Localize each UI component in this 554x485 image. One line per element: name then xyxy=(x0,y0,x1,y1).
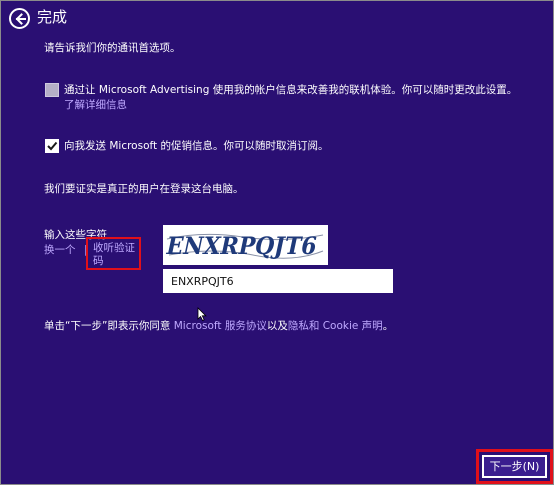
back-arrow-icon xyxy=(15,12,26,25)
listen-captcha-link[interactable]: 收听验证码 xyxy=(93,242,139,268)
legal-middle: 以及 xyxy=(266,320,288,332)
promotions-label: 向我发送 Microsoft 的促销信息。你可以随时取消订阅。 xyxy=(64,140,329,152)
checkmark-icon xyxy=(47,141,58,151)
legal-text: 单击“下一步”即表示你同意 Microsoft 服务协议以及隐私和 Cookie… xyxy=(44,319,393,333)
change-captcha-link[interactable]: 换一个 xyxy=(44,243,76,257)
next-button[interactable]: 下一步(N) xyxy=(482,455,547,478)
verify-intro: 我们要证实是真正的用户在登录这台电脑。 xyxy=(44,183,244,195)
promotions-checkbox[interactable] xyxy=(45,139,59,153)
service-agreement-link[interactable]: Microsoft 服务协议 xyxy=(174,320,267,332)
page-title: 完成 xyxy=(37,8,68,26)
advertising-label: 通过让 Microsoft Advertising 使用我的帐户信息来改善我的联… xyxy=(64,84,518,96)
back-button[interactable] xyxy=(9,8,30,29)
legal-prefix: 单击“下一步”即表示你同意 xyxy=(44,320,171,332)
learn-more-link[interactable]: 了解详细信息 xyxy=(64,98,127,112)
setup-window: 完成 请告诉我们你的通讯首选项。 通过让 Microsoft Advertisi… xyxy=(0,0,554,485)
captcha-input[interactable] xyxy=(163,269,393,293)
captcha-image: ENXRPQJT6 xyxy=(163,225,328,265)
intro-text: 请告诉我们你的通讯首选项。 xyxy=(44,42,181,54)
legal-suffix: 。 xyxy=(382,320,394,332)
advertising-checkbox[interactable] xyxy=(45,83,59,97)
mouse-cursor-icon xyxy=(197,307,207,321)
privacy-link[interactable]: 隐私和 Cookie 声明 xyxy=(288,320,383,332)
captcha-image-text: ENXRPQJT6 xyxy=(164,231,320,260)
